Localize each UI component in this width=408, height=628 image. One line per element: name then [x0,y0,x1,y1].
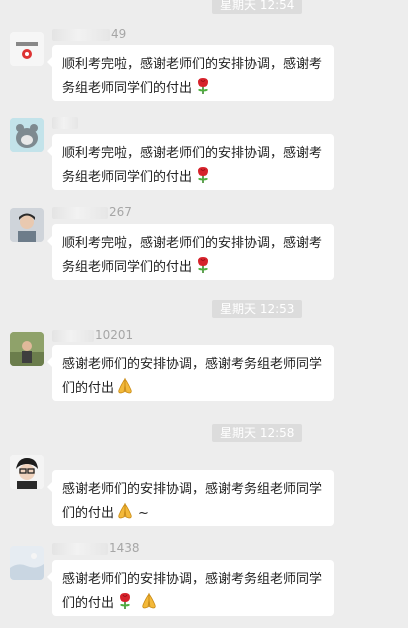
message-text: 感谢老师们的安排协调，感谢考务组老师同学们的付出 [62,572,323,611]
message-bubble[interactable]: 顺利考完啦，感谢老师们的安排协调，感谢考务组老师同学们的付出 [47,224,334,280]
rose-emoji [116,592,134,610]
rose-emoji [194,166,212,184]
avatar[interactable] [10,118,44,152]
pray-emoji [116,377,134,395]
sender-name [52,114,79,130]
sender-name: 10201 [52,327,133,343]
pray-emoji [140,592,158,610]
timestamp: 星期天 12:58 [212,424,303,442]
rose-emoji [194,256,212,274]
avatar[interactable] [10,32,44,66]
sender-name: 49 [52,26,126,42]
chat-window: 星期天 12:54 49 顺利考完啦，感谢老师们的安排协调，感谢考务组老师同学们… [0,0,408,628]
rose-emoji [194,77,212,95]
message-bubble[interactable]: 顺利考完啦，感谢老师们的安排协调，感谢考务组老师同学们的付出 [47,45,334,101]
message-bubble[interactable]: 感谢老师们的安排协调，感谢考务组老师同学们的付出 [47,560,334,616]
avatar[interactable] [10,332,44,366]
avatar[interactable] [10,546,44,580]
message-text: 感谢老师们的安排协调，感谢考务组老师同学们的付出 [62,357,323,396]
timestamp: 星期天 12:53 [212,300,303,318]
sender-name: 267 [52,204,132,220]
avatar[interactable] [10,208,44,242]
message-text: 顺利考完啦，感谢老师们的安排协调，感谢考务组老师同学们的付出 [62,236,323,275]
message-text: 感谢老师们的安排协调，感谢考务组老师同学们的付出 [62,482,323,521]
timestamp: 星期天 12:54 [212,0,303,14]
trailing-text: ~ [138,506,149,521]
message-bubble[interactable]: 顺利考完啦，感谢老师们的安排协调，感谢考务组老师同学们的付出 [47,134,334,190]
pray-emoji [116,502,134,520]
message-text: 顺利考完啦，感谢老师们的安排协调，感谢考务组老师同学们的付出 [62,57,323,96]
message-text: 顺利考完啦，感谢老师们的安排协调，感谢考务组老师同学们的付出 [62,146,323,185]
message-bubble[interactable]: 感谢老师们的安排协调，感谢考务组老师同学们的付出 ~ [47,470,334,526]
avatar[interactable] [10,455,44,489]
sender-name: 1438 [52,540,140,556]
message-bubble[interactable]: 感谢老师们的安排协调，感谢考务组老师同学们的付出 [47,345,334,401]
